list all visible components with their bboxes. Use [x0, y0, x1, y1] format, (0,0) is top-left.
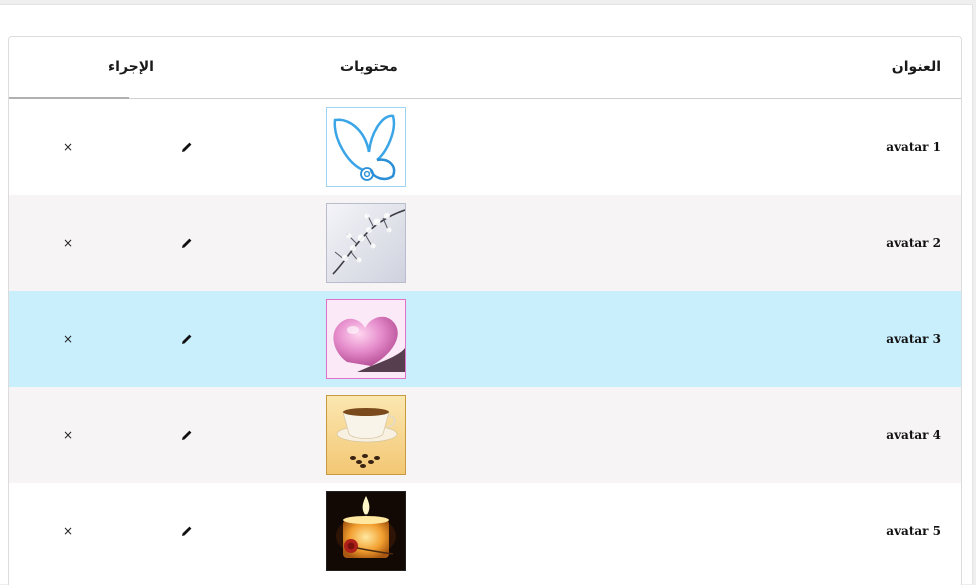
pencil-icon [182, 142, 192, 152]
avatar-title: avatar 2 [886, 236, 941, 250]
table-header: العنوان محتويات الإجراء [9, 37, 961, 99]
edit-button[interactable] [178, 522, 196, 540]
table-row[interactable]: avatar 1 × [9, 99, 961, 195]
table-row[interactable]: avatar 5 × [9, 483, 961, 579]
edit-button[interactable] [178, 234, 196, 252]
snowy-branch-image [327, 204, 405, 282]
delete-button[interactable]: × [61, 234, 75, 252]
avatar-title: avatar 5 [886, 524, 941, 538]
pencil-icon [182, 526, 192, 536]
coffee-cup-image [327, 396, 405, 474]
avatar-thumbnail-candle [326, 491, 406, 571]
pink-heart-image [327, 300, 405, 378]
avatar-title: avatar 3 [886, 332, 941, 346]
avatars-table: العنوان محتويات الإجراء avatar 1 × avata… [8, 36, 962, 585]
table-row[interactable]: avatar 2 × [9, 195, 961, 291]
edit-button[interactable] [178, 426, 196, 444]
edit-button[interactable] [178, 330, 196, 348]
avatar-thumbnail-butterfly [326, 107, 406, 187]
candle-with-rose-image [327, 492, 405, 570]
avatar-title: avatar 1 [886, 140, 941, 154]
avatar-thumbnail-coffee [326, 395, 406, 475]
pencil-icon [182, 334, 192, 344]
delete-button[interactable]: × [61, 522, 75, 540]
edit-button[interactable] [178, 138, 196, 156]
pencil-icon [182, 238, 192, 248]
avatar-thumbnail-branch [326, 203, 406, 283]
delete-button[interactable]: × [61, 138, 75, 156]
column-header-title[interactable]: العنوان [892, 37, 941, 98]
avatar-title: avatar 4 [886, 428, 941, 442]
column-header-action[interactable]: الإجراء [108, 37, 154, 98]
butterfly-logo-image [327, 108, 405, 186]
page-container: العنوان محتويات الإجراء avatar 1 × avata… [0, 4, 973, 585]
table-row[interactable]: avatar 3 × [9, 291, 961, 387]
column-header-contents[interactable]: محتويات [340, 37, 398, 98]
delete-button[interactable]: × [61, 426, 75, 444]
pencil-icon [182, 430, 192, 440]
table-row[interactable]: avatar 4 × [9, 387, 961, 483]
avatar-thumbnail-heart [326, 299, 406, 379]
delete-button[interactable]: × [61, 330, 75, 348]
